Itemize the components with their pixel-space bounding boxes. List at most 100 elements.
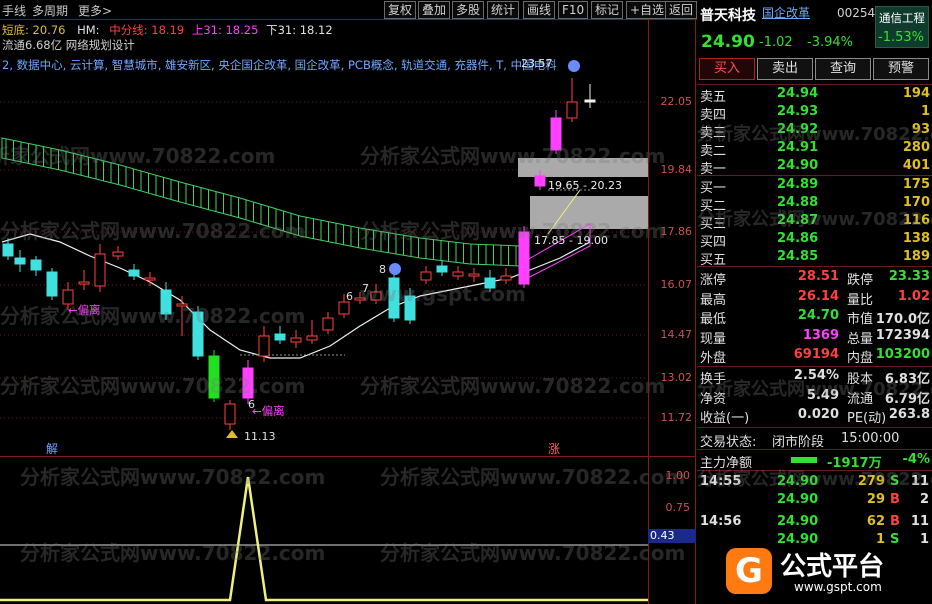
stat-value: 69194 (793, 347, 839, 362)
level-price: 24.91 (777, 140, 819, 155)
tick-volume: 279 (857, 474, 885, 489)
order-book-row[interactable]: 买四 24.86 138 (697, 231, 932, 250)
stat-row: 外盘 69194 内盘 103200 (697, 347, 932, 366)
candle-body (78, 281, 90, 285)
candle-body (452, 271, 464, 277)
level-price: 24.87 (777, 213, 819, 228)
stat-value: 1369 (802, 327, 839, 343)
alert-button[interactable]: 预警 (873, 58, 929, 80)
stat-value: 6.79亿 (884, 391, 930, 407)
trade-state-label: 交易状态: (700, 435, 757, 450)
indicator-tick: 0.75 (665, 501, 691, 514)
toolbar-btn-add-watchlist[interactable]: +自选 (626, 1, 669, 19)
toolbar-btn-fuquan[interactable]: 复权 (384, 1, 417, 19)
price-tick: 22.05 (660, 95, 693, 108)
tick-price: 24.90 (777, 492, 819, 507)
order-book-row[interactable]: 卖四 24.93 1 (697, 104, 932, 123)
sell-button[interactable]: 卖出 (757, 58, 813, 80)
candle-body (436, 265, 448, 273)
seq-mark-2: 6 (346, 290, 353, 303)
kline-chart-pane[interactable]: 短底: 20.76 HM: 中分线: 18.19 上31: 18.25 下31:… (0, 20, 696, 456)
toolbar-btn-back[interactable]: 返回 (665, 1, 698, 19)
candle-body (208, 355, 220, 399)
order-book-row[interactable]: 买二 24.88 170 (697, 195, 932, 214)
toolbar-item-more[interactable]: 更多> (78, 2, 112, 19)
level-volume: 116 (902, 213, 930, 228)
divider (697, 266, 932, 267)
stat-label: 外盘 (700, 351, 727, 366)
price-tick: 16.07 (660, 278, 693, 291)
sector-tag-link[interactable]: 国企改革 (762, 4, 810, 21)
level-volume: 401 (902, 158, 930, 173)
stat-value: 1.02 (897, 288, 930, 304)
quote-panel: 普天科技 国企改革 002544 R 通信工程 -1.53% 24.90 -1.… (697, 0, 932, 604)
stat-label: 流通 (847, 391, 874, 407)
stat-value: 263.8 (888, 407, 930, 422)
stat-label: 收益(一) (700, 411, 750, 426)
candle-body (322, 317, 334, 331)
toolbar-btn-f10[interactable]: F10 (558, 1, 589, 19)
order-book-row[interactable]: 买三 24.87 116 (697, 213, 932, 232)
tick-side: B (890, 514, 900, 529)
candle-body (420, 271, 432, 281)
gspt-logo: G 公式平台 www.gspt.com (726, 546, 926, 600)
candle-body (258, 335, 270, 357)
query-button[interactable]: 查询 (815, 58, 871, 80)
tick-price: 24.90 (777, 532, 819, 547)
tick-volume: 62 (866, 514, 885, 529)
candle-body (160, 289, 172, 315)
candle-body (484, 277, 496, 289)
toolbar-item-daily[interactable]: 手线 (2, 2, 26, 19)
stat-label: 最高 (700, 292, 727, 308)
divider (697, 175, 932, 176)
order-book-row[interactable]: 买五 24.85 189 (697, 249, 932, 268)
indicator-pane[interactable]: 分析家公式网www.70822.com 分析家公式网www.70822.com … (0, 456, 696, 604)
level-price: 24.88 (777, 195, 819, 210)
order-book-row[interactable]: 卖二 24.91 280 (697, 140, 932, 159)
candle-body (338, 301, 350, 315)
candle-body (242, 367, 254, 399)
logo-g-icon: G (726, 548, 772, 594)
toolbar-item-multi-period[interactable]: 多周期 (32, 2, 68, 19)
ribbon-band (1, 137, 521, 267)
buy-button[interactable]: 买入 (699, 58, 755, 80)
stock-name: 普天科技 (700, 8, 756, 24)
stat-label: 市值 (847, 312, 874, 327)
resistance-box-upper (518, 158, 648, 177)
stat-label: 股本 (847, 372, 874, 387)
order-book-row[interactable]: 卖三 24.92 93 (697, 122, 932, 141)
main-flow-value: -1917万 (827, 456, 882, 471)
stat-label: 净资 (700, 391, 727, 407)
toolbar-btn-stats[interactable]: 统计 (487, 1, 520, 19)
price-tick: 13.02 (660, 371, 693, 384)
stat-label: 量比 (847, 292, 874, 308)
candle-body (94, 253, 106, 287)
candle-body (404, 295, 416, 321)
stat-label: PE(动) (847, 411, 887, 426)
indicator-canvas (0, 476, 648, 602)
stat-value: 23.33 (888, 269, 930, 284)
order-book-row[interactable]: 卖一 24.90 401 (697, 158, 932, 177)
toolbar-btn-multi-stock[interactable]: 多股 (452, 1, 485, 19)
price-axis: 22.05 19.84 17.86 16.07 14.47 13.02 11.7… (648, 20, 696, 456)
toolbar-btn-draw-line[interactable]: 画线 (523, 1, 556, 19)
toolbar-btn-mark[interactable]: 标记 (591, 1, 624, 19)
stat-value: 103200 (875, 347, 930, 362)
stat-row: 净资 5.49 流通 6.79亿 (697, 388, 932, 407)
sector-box[interactable]: 通信工程 -1.53% (875, 6, 929, 48)
order-book-row[interactable]: 卖五 24.94 194 (697, 86, 932, 105)
deviation-label-right: ←偏离 (252, 404, 285, 418)
level-volume: 170 (902, 195, 930, 210)
range-label-upper: 19.65 - 20.23 (548, 179, 622, 192)
divider (697, 427, 932, 428)
toolbar-btn-overlay[interactable]: 叠加 (418, 1, 451, 19)
stat-label: 总量 (847, 331, 874, 347)
order-book-row[interactable]: 买一 24.89 175 (697, 177, 932, 196)
seq-mark-3: 7 (362, 282, 369, 295)
stat-label: 现量 (700, 331, 727, 347)
price-tick: 11.72 (660, 411, 693, 424)
candle-body (112, 251, 124, 257)
level-label: 买三 (700, 217, 727, 232)
indicator-tick: 1.00 (665, 469, 691, 482)
tick-side: B (890, 492, 900, 507)
